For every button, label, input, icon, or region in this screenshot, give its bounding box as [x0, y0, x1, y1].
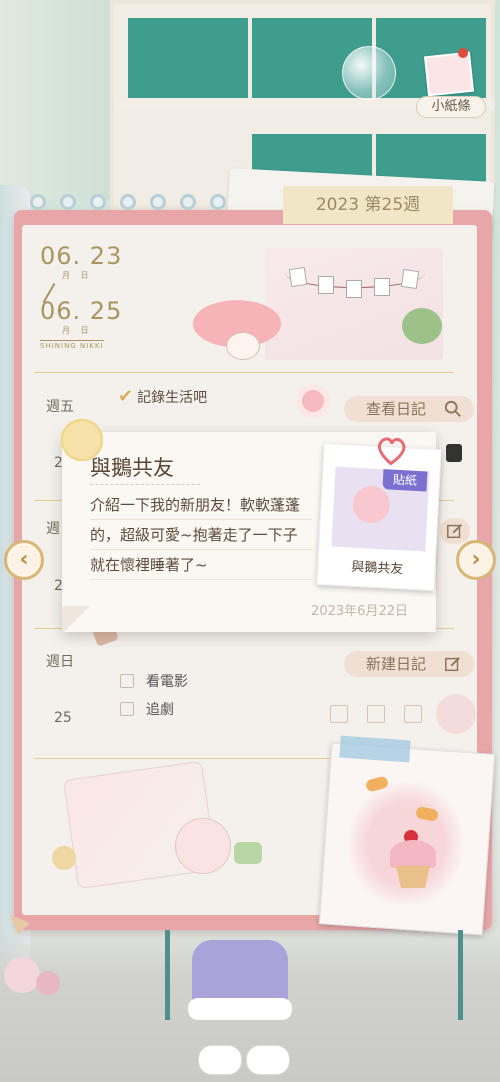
new-diary-button-sat[interactable] [440, 518, 470, 544]
checkbox[interactable] [120, 702, 134, 716]
table-leg [165, 930, 170, 1020]
edit-icon [447, 524, 462, 539]
curtain-decoration [0, 0, 110, 200]
popup-body-text: 介紹一下我的新朋友！軟軟蓬蓬的，超級可愛~抱著走了一下子就在懷裡睡著了~ [90, 490, 312, 580]
week-tab: 2023 第25週 [283, 186, 453, 224]
popup-date: 2023年6月22日 [311, 604, 408, 619]
sticker-caption: 與鵝共友 [350, 559, 404, 578]
checklist-item-done[interactable]: ✔ 記錄生活吧 [118, 386, 207, 407]
note-photo-icon [424, 51, 474, 97]
heart-icon [377, 437, 406, 466]
decoration-circle [436, 694, 476, 734]
edit-icon [445, 657, 460, 672]
note-button-label: 小紙條 [416, 96, 486, 118]
bag-icon [446, 444, 462, 462]
girl-face-illustration [226, 332, 260, 360]
end-date: 06. 25 [40, 297, 123, 325]
new-diary-label: 新建日記 [366, 655, 427, 673]
empty-slot[interactable] [404, 705, 422, 723]
note-button[interactable]: 小紙條 [416, 48, 486, 120]
cookie-illustration [52, 846, 76, 870]
avatar-sticker [296, 384, 330, 418]
cupcake-icon [390, 840, 436, 868]
mini-photo [318, 276, 334, 294]
day-num-sun: 25 [54, 710, 72, 726]
view-diary-label: 查看日記 [366, 400, 427, 418]
search-icon [444, 400, 461, 417]
checklist-item-label: 追劇 [146, 702, 174, 718]
mini-photo [288, 266, 308, 288]
mochi-illustration [234, 842, 262, 864]
checklist-item-label: 記錄生活吧 [137, 390, 208, 406]
next-week-button[interactable]: › [456, 540, 496, 580]
sticker-polaroid[interactable]: 貼紙 與鵝共友 [316, 437, 442, 591]
empty-slot[interactable] [330, 705, 348, 723]
day-label-sat: 週 [46, 521, 60, 537]
prev-week-button[interactable]: ‹ [4, 540, 44, 580]
cupcake-base-icon [396, 866, 430, 888]
mini-photo [400, 268, 420, 290]
cat-paw-toy-icon [4, 915, 60, 995]
divider [34, 372, 454, 373]
checklist-item-label: 看電影 [146, 674, 188, 690]
end-date-sub: 月 日 [62, 326, 93, 335]
new-diary-button[interactable]: 新建日記 [344, 651, 474, 677]
candy-illustration [175, 818, 231, 874]
page-fold [62, 606, 92, 632]
sticker-tag: 貼紙 [382, 469, 428, 492]
start-date-sub: 月 日 [62, 271, 93, 280]
day-label-sun: 週日 [46, 654, 74, 670]
character-shoe [198, 1045, 242, 1075]
title-underline [90, 484, 200, 485]
brand-label: SHINING NIKKI [40, 340, 104, 350]
pin-icon [458, 48, 468, 58]
check-icon: ✔ [118, 386, 134, 407]
bubble-decoration [342, 46, 396, 100]
view-diary-button[interactable]: 查看日記 [344, 396, 474, 422]
mini-photo [346, 280, 362, 298]
checklist-item[interactable]: 看電影 [120, 671, 188, 691]
table-leg [458, 930, 463, 1020]
binder-rings [20, 186, 260, 214]
empty-slot[interactable] [367, 705, 385, 723]
mini-photo [374, 278, 390, 296]
checklist-item[interactable]: 追劇 [120, 699, 174, 719]
start-date: 06. 23 [40, 242, 123, 270]
character-shoe [246, 1045, 290, 1075]
plant-illustration [402, 308, 442, 344]
day-label-fri: 週五 [46, 399, 74, 415]
popup-title: 與鵝共友 [90, 456, 174, 480]
checkbox[interactable] [120, 674, 134, 688]
character-ruffle [188, 998, 292, 1020]
